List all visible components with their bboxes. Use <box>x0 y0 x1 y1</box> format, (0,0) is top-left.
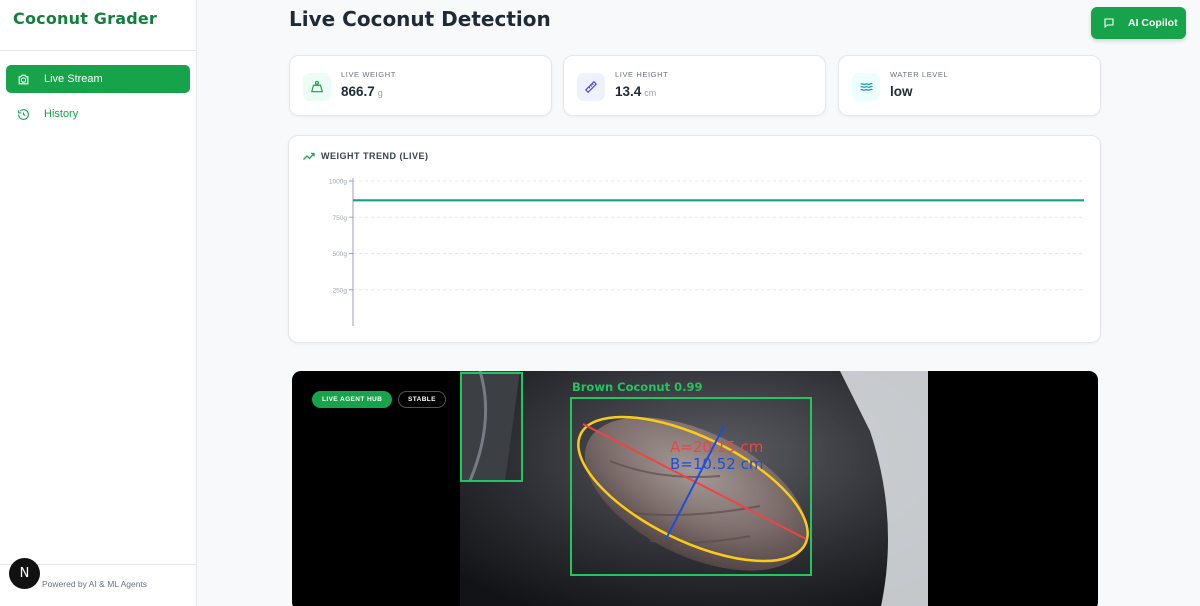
stat-label: LIVE HEIGHT <box>615 70 669 79</box>
ai-copilot-button[interactable]: AI Copilot <box>1091 7 1186 39</box>
stat-value: 13.4 cm <box>615 84 657 99</box>
trending-up-icon <box>303 151 315 161</box>
water-level-card: WATER LEVEL low <box>838 55 1101 116</box>
stat-value: low <box>890 84 913 99</box>
y-tick-label: 500g <box>333 251 348 258</box>
ruler-icon <box>577 73 605 101</box>
chat-icon <box>1103 17 1115 29</box>
sidebar-item-live-stream[interactable]: Live Stream <box>6 65 190 93</box>
axis-a-label: A=20.15 cm <box>670 438 763 456</box>
ai-copilot-label: AI Copilot <box>1128 17 1178 29</box>
stat-label: WATER LEVEL <box>890 70 949 79</box>
sidebar-item-label: Live Stream <box>44 73 103 85</box>
camera-icon <box>16 72 30 86</box>
sidebar-nav: Live Stream History <box>0 51 196 128</box>
dev-tools-badge[interactable]: N <box>9 558 40 589</box>
stable-status-badge: STABLE <box>398 391 446 408</box>
sidebar-item-history[interactable]: History <box>6 100 190 128</box>
live-height-card: LIVE HEIGHT 13.4 cm <box>563 55 826 116</box>
weight-icon <box>303 73 331 101</box>
detection-label: Brown Coconut 0.99 <box>572 380 702 394</box>
stat-unit: cm <box>644 88 657 98</box>
chart-title: WEIGHT TREND (LIVE) <box>303 151 429 161</box>
brand-title: Coconut Grader <box>0 0 196 51</box>
waves-icon <box>852 73 880 101</box>
y-tick-label: 750g <box>333 215 348 222</box>
axis-b-label: B=10.52 cm <box>670 455 763 473</box>
page-title: Live Coconut Detection <box>289 7 551 31</box>
live-video-feed: Brown Coconut 0.99 A=20.15 cm B=10.52 cm… <box>292 371 1098 606</box>
y-tick-label: 1000g <box>329 179 347 186</box>
y-tick-label: 250g <box>333 287 348 294</box>
camera-frame: Brown Coconut 0.99 A=20.15 cm B=10.52 cm <box>460 371 928 606</box>
weight-trend-card: 1000g 750g 500g 250g WEIGHT TREND (LIVE) <box>288 135 1101 343</box>
stat-value: 866.7 g <box>341 84 383 99</box>
sidebar-item-label: History <box>44 108 79 120</box>
sidebar: Coconut Grader Live Stream History Power… <box>0 0 197 606</box>
live-weight-card: LIVE WEIGHT 866.7 g <box>289 55 552 116</box>
powered-by-text: Powered by AI & ML Agents <box>42 579 148 589</box>
stat-unit: g <box>377 88 383 98</box>
history-icon <box>16 107 30 121</box>
live-agent-hub-badge[interactable]: LIVE AGENT HUB <box>312 391 393 408</box>
weight-trend-chart: 1000g 750g 500g 250g <box>329 178 1084 326</box>
stat-label: LIVE WEIGHT <box>341 70 396 79</box>
